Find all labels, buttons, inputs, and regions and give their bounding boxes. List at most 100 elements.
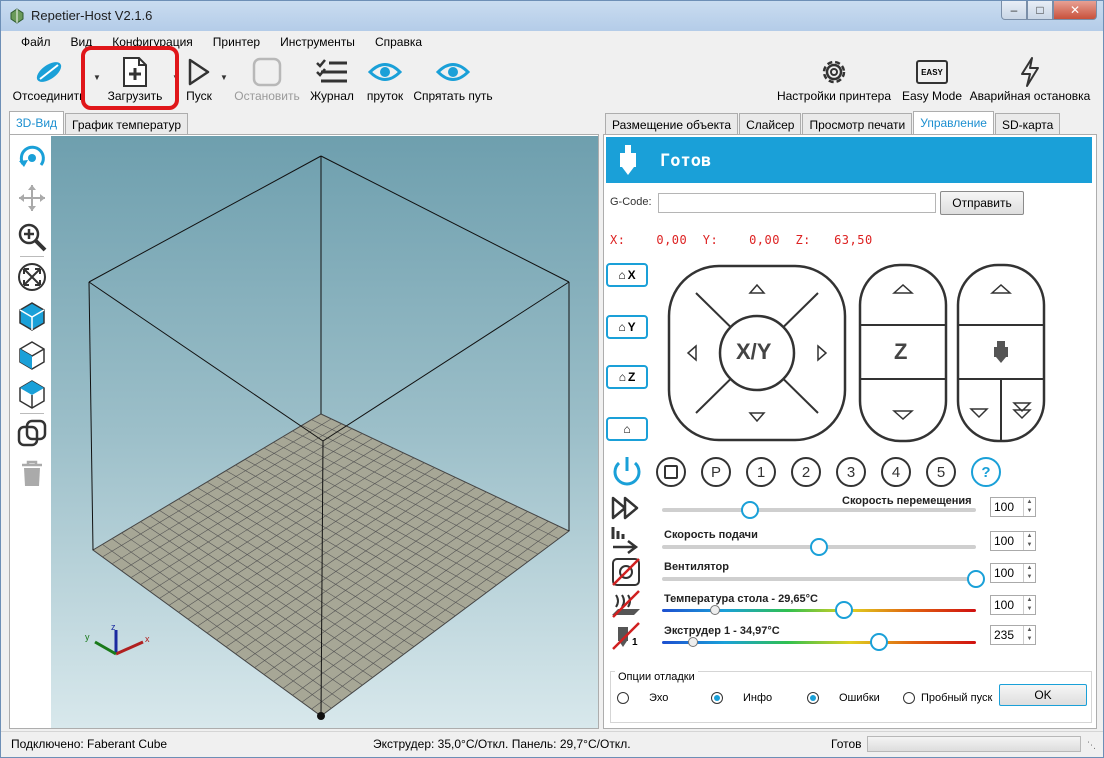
minimize-button[interactable]: – [1001, 1, 1027, 20]
bed-temperature-input[interactable]: 100 ▲ ▼ [990, 595, 1036, 615]
rotate-icon [19, 145, 45, 167]
hide-path-button[interactable]: Спрятать путь [413, 55, 493, 107]
feed-rate-slider[interactable] [662, 538, 976, 556]
help-button[interactable]: ? [971, 457, 1001, 487]
macro-2-button[interactable]: 2 [791, 457, 821, 487]
view-panel: z x y [9, 134, 599, 729]
disconnect-button[interactable]: Отсоединить [9, 55, 89, 107]
top-view-button[interactable] [14, 374, 50, 413]
rotate-view-button[interactable] [14, 139, 50, 178]
dry-run-option[interactable]: Пробный пуск [903, 692, 992, 704]
menu-help[interactable]: Справка [363, 33, 430, 53]
travel-speed-label: Скорость перемещения [842, 495, 972, 507]
spin-arrows-icon: ▲ ▼ [1023, 498, 1035, 516]
run-dropdown-icon[interactable]: ▼ [220, 73, 228, 82]
filament-toggle-button[interactable]: пруток [361, 55, 409, 107]
extruder-temperature-slider[interactable] [662, 633, 976, 651]
run-button[interactable]: Пуск [181, 55, 217, 107]
stop-button[interactable]: Остановить [231, 55, 303, 107]
home-y-button[interactable]: ⌂ Y [606, 315, 648, 339]
maximize-button[interactable]: □ [1027, 1, 1053, 20]
position-readout: X: 0,00 Y: 0,00 Z: 63,50 [610, 233, 873, 247]
feed-rate-row: Скорость подачи 100 ▲ ▼ [610, 525, 1090, 556]
slider-thumb[interactable] [835, 601, 854, 619]
bed-temperature-row: Температура стола - 29,65°C 100 ▲ ▼ [610, 589, 1090, 619]
svg-text:z: z [111, 622, 116, 632]
front-view-button[interactable] [14, 335, 50, 374]
spin-arrows-icon: ▲ ▼ [1023, 626, 1035, 644]
printer-status: Готов [660, 151, 712, 171]
tab-3d-view[interactable]: 3D-Вид [9, 111, 65, 135]
home-x-button[interactable]: ⌂ X [606, 263, 648, 287]
left-tabs: 3D-Вид График температур [9, 111, 189, 135]
easy-mode-button[interactable]: EASY Easy Mode [901, 55, 963, 107]
info-option[interactable]: Инфо [711, 692, 772, 704]
echo-option[interactable]: Эхо [617, 692, 668, 704]
feed-rate-label: Скорость подачи [664, 529, 758, 541]
travel-speed-slider[interactable] [662, 501, 976, 519]
close-button[interactable]: ✕ [1053, 1, 1097, 20]
fast-forward-icon [611, 496, 639, 520]
play-icon [188, 58, 210, 86]
macro-buttons-row: P 1 2 3 4 5 ? [610, 453, 1010, 489]
extruder-jog-pad[interactable] [956, 263, 1046, 443]
printer-state: Готов [831, 737, 862, 751]
zoom-view-button[interactable] [14, 217, 50, 256]
macro-3-button[interactable]: 3 [836, 457, 866, 487]
iso-view-button[interactable] [14, 296, 50, 335]
tab-object-placement[interactable]: Размещение объекта [605, 113, 739, 135]
travel-speed-input[interactable]: 100 ▲ ▼ [990, 497, 1036, 517]
menu-file[interactable]: Файл [9, 33, 59, 53]
extruder-index: 1 [632, 637, 638, 648]
fan-speed-slider[interactable] [662, 570, 985, 588]
eye-icon [436, 63, 470, 81]
bed-temperature-slider[interactable] [662, 601, 976, 619]
control-panel: Готов G-Code: Отправить X: 0,00 Y: 0,00 … [603, 134, 1097, 729]
printer-settings-button[interactable]: Настройки принтера [775, 55, 893, 107]
fan-speed-input[interactable]: 100 ▲ ▼ [990, 563, 1036, 583]
radio-icon [903, 692, 915, 704]
send-button[interactable]: Отправить [940, 191, 1024, 215]
errors-option[interactable]: Ошибки [807, 692, 880, 704]
macro-4-button[interactable]: 4 [881, 457, 911, 487]
current-temperature-marker [710, 605, 721, 615]
resize-grip-icon[interactable]: ⋱ [1087, 740, 1096, 751]
delete-objects-button[interactable] [14, 453, 50, 492]
connection-icon [36, 62, 62, 82]
fit-view-button[interactable] [14, 257, 50, 296]
macro-1-button[interactable]: 1 [746, 457, 776, 487]
ok-button[interactable]: OK [999, 684, 1087, 706]
radio-icon [807, 692, 819, 704]
log-list-icon [316, 59, 347, 83]
emergency-stop-button[interactable]: Аварийная остановка [967, 55, 1093, 107]
power-icon[interactable] [610, 453, 644, 489]
extruder-temperature-input[interactable]: 235 ▲ ▼ [990, 625, 1036, 645]
move-view-button[interactable] [14, 178, 50, 217]
tab-temperature-graph[interactable]: График температур [65, 113, 189, 135]
macro-5-button[interactable]: 5 [926, 457, 956, 487]
park-button[interactable]: P [701, 457, 731, 487]
3d-viewport[interactable]: z x y [51, 136, 598, 728]
tab-slicer[interactable]: Слайсер [739, 113, 802, 135]
tab-control[interactable]: Управление [913, 111, 994, 135]
slider-thumb[interactable] [740, 501, 759, 519]
status-bar: Подключено: Faberant Cube Экструдер: 35,… [1, 731, 1103, 757]
log-button[interactable]: Журнал [307, 55, 357, 107]
feed-rate-input[interactable]: 100 ▲ ▼ [990, 531, 1036, 551]
lightning-icon [1021, 57, 1039, 87]
home-all-button[interactable]: ⌂ [606, 417, 648, 441]
gcode-row: G-Code: Отправить [610, 191, 1090, 215]
home-z-button[interactable]: ⌂ Z [606, 365, 648, 389]
copy-objects-button[interactable] [14, 414, 50, 453]
slider-thumb[interactable] [810, 538, 828, 556]
menu-printer[interactable]: Принтер [201, 33, 268, 53]
menu-tools[interactable]: Инструменты [268, 33, 363, 53]
bed-temperature-label: Температура стола - 29,65°C [664, 593, 818, 605]
tab-print-preview[interactable]: Просмотр печати [802, 113, 913, 135]
tab-sd-card[interactable]: SD-карта [994, 113, 1061, 135]
home-icon: ⌂ [618, 370, 626, 384]
fan-button[interactable] [656, 457, 686, 487]
gcode-input[interactable] [658, 193, 936, 213]
slider-thumb[interactable] [967, 570, 985, 588]
slider-thumb[interactable] [869, 633, 888, 651]
